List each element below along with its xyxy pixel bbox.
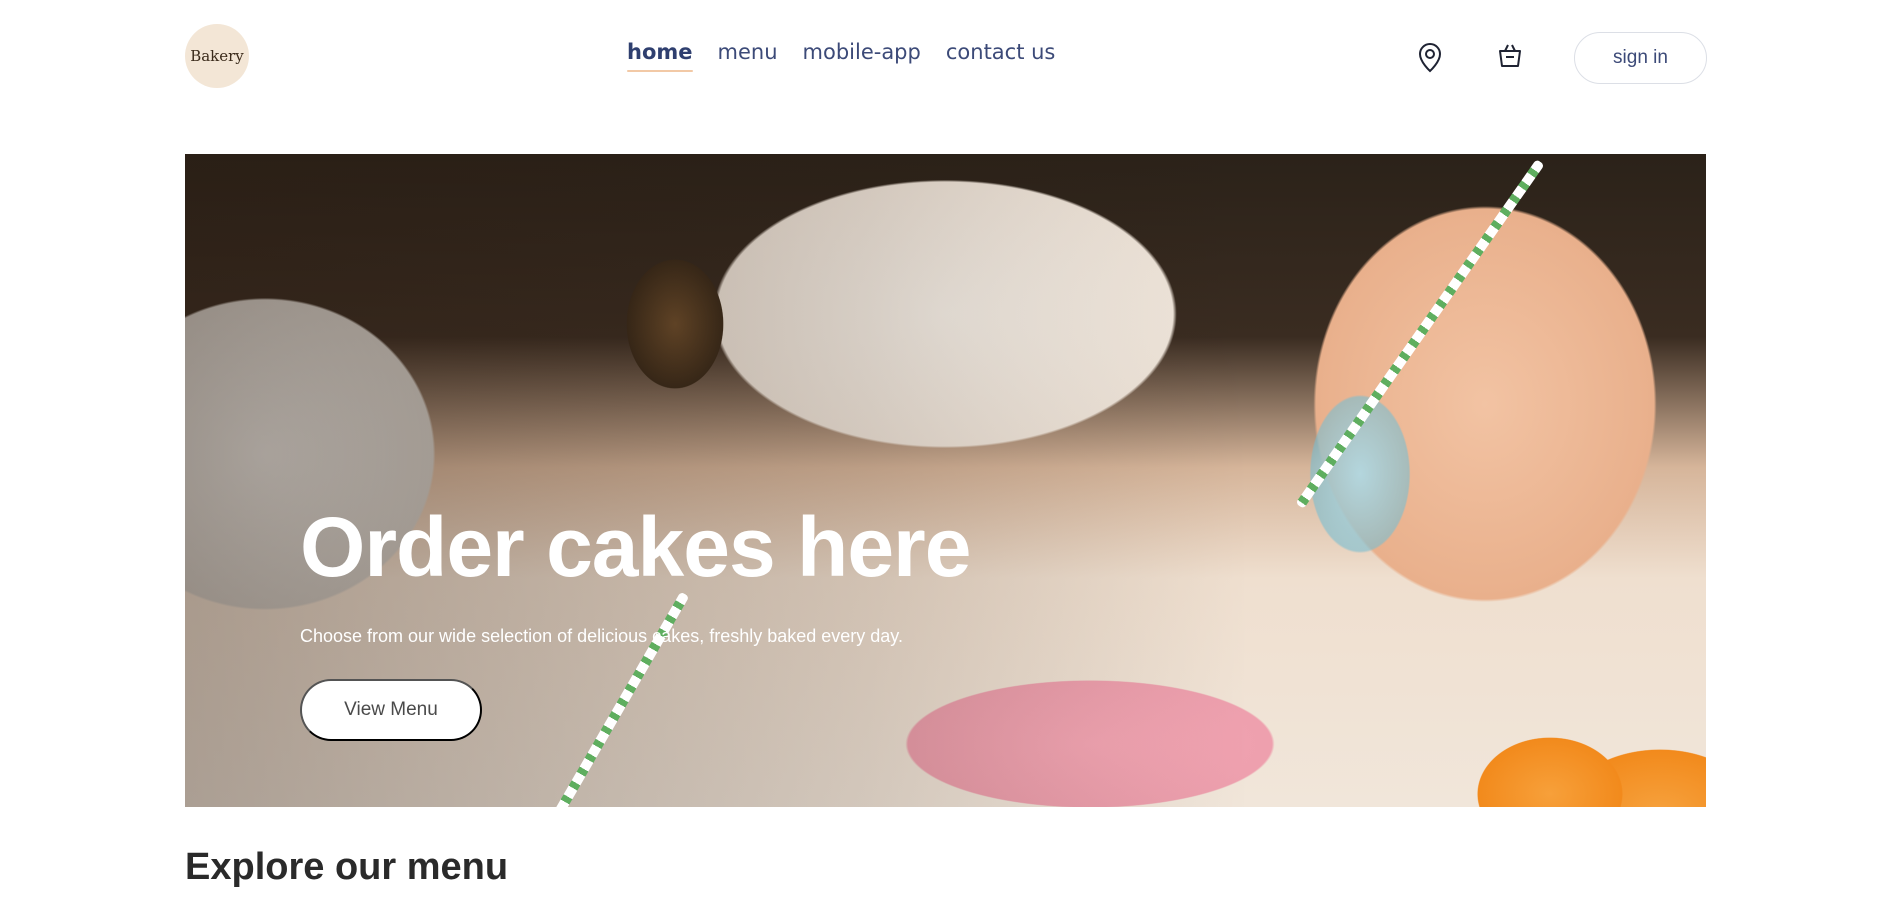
hero-subtitle: Choose from our wide selection of delici… bbox=[300, 626, 903, 646]
nav-item-home[interactable]: home bbox=[627, 40, 693, 72]
sign-in-button[interactable]: sign in bbox=[1574, 32, 1707, 84]
hero-background-photo bbox=[1295, 159, 1545, 509]
hero-title: Order cakes here bbox=[300, 500, 971, 594]
explore-menu-heading: Explore our menu bbox=[185, 846, 509, 888]
view-menu-button[interactable]: View Menu bbox=[300, 679, 482, 741]
bakery-logo[interactable]: Bakery bbox=[185, 24, 249, 88]
logo-text: Bakery bbox=[190, 47, 244, 65]
basket-icon[interactable] bbox=[1494, 40, 1526, 72]
nav-item-menu[interactable]: menu bbox=[718, 40, 778, 72]
hero-banner: Order cakes here Choose from our wide se… bbox=[185, 154, 1706, 807]
main-nav: home menu mobile-app contact us bbox=[627, 40, 1055, 72]
location-pin-icon[interactable] bbox=[1414, 42, 1446, 74]
nav-item-contact-us[interactable]: contact us bbox=[946, 40, 1056, 72]
hero-photo-detail bbox=[530, 591, 690, 807]
nav-item-mobile-app[interactable]: mobile-app bbox=[803, 40, 921, 72]
